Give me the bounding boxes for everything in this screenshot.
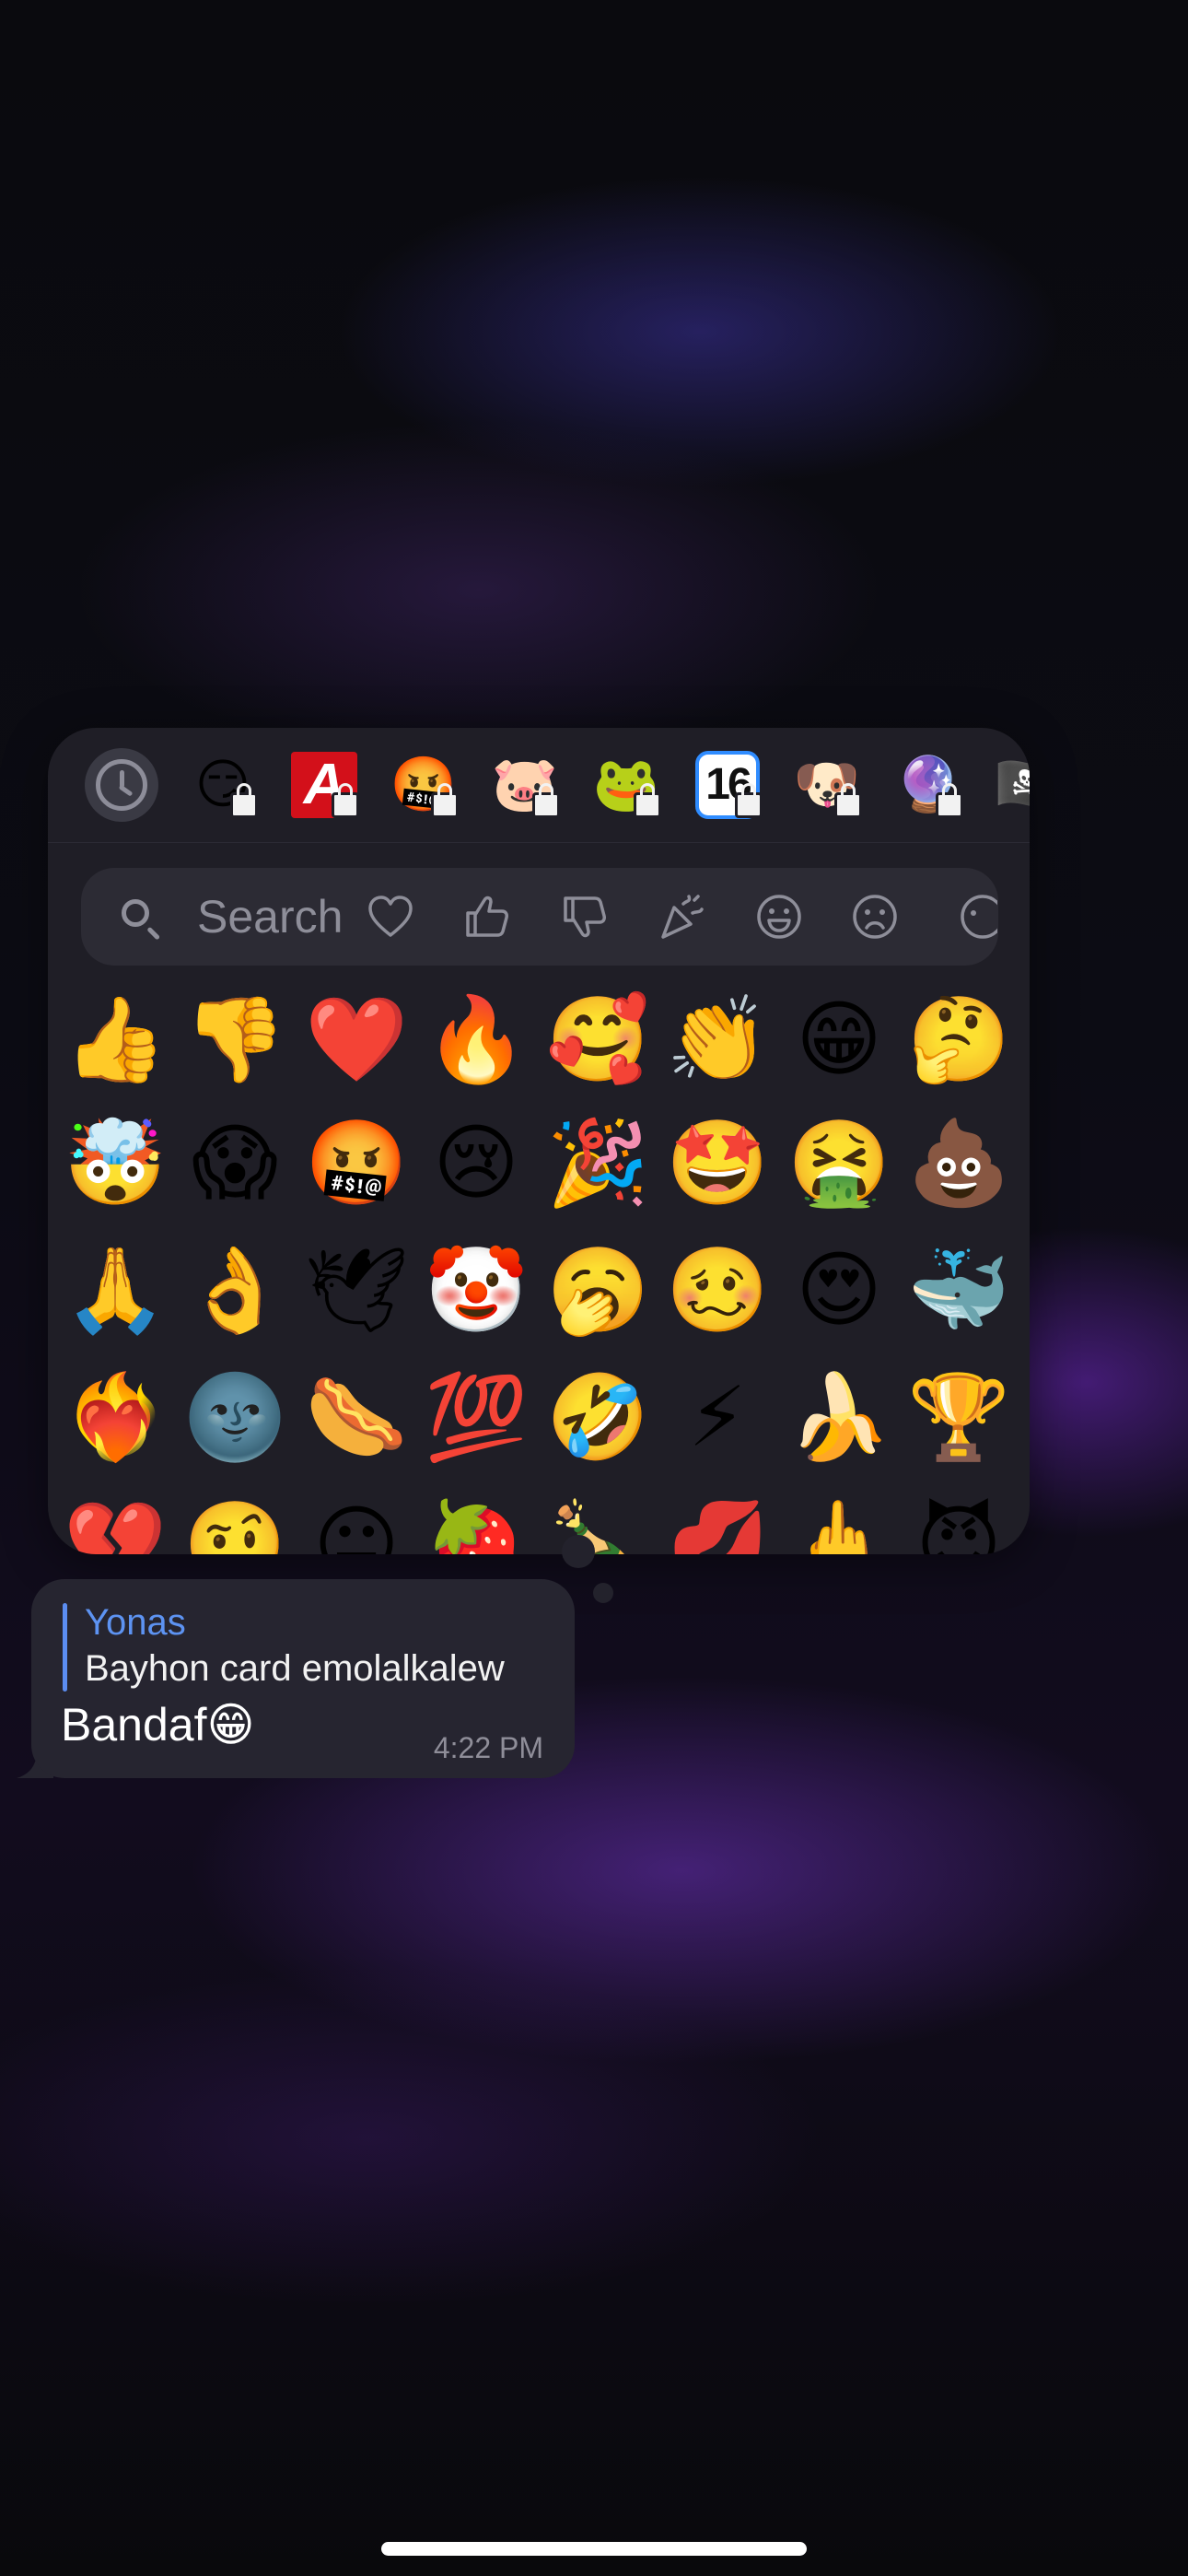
thumbs-up-category-icon[interactable] — [460, 891, 512, 943]
emoji-reaction-3-5[interactable]: ⚡ — [663, 1364, 772, 1472]
emoji-reaction-0-5[interactable]: 👏 — [663, 986, 772, 1095]
emoji-reaction-1-2[interactable]: 🤬 — [302, 1109, 411, 1218]
emoji-reaction-1-5[interactable]: 🤩 — [663, 1109, 772, 1218]
emoji-reaction-2-2[interactable]: 🕊 — [302, 1236, 411, 1345]
emoji-reaction-1-0[interactable]: 🤯 — [61, 1109, 169, 1218]
emoji-pack-bar[interactable]: 😏 A 🤬 🐷 🐸 16 🐶 🔮 🏴‍☠️ — [48, 728, 1030, 843]
bubble-connector — [593, 1583, 613, 1603]
emoji-reaction-2-7[interactable]: 🐳 — [904, 1236, 1013, 1345]
pack-glyph: 🏴‍☠️ — [994, 755, 1030, 814]
pack-doge-icon[interactable]: 🐶 — [790, 748, 864, 822]
pack-fire-face-icon[interactable]: 🤬 — [387, 748, 460, 822]
emoji-reaction-0-0[interactable]: 👍 — [61, 986, 169, 1095]
emoji-reaction-3-1[interactable]: 🌚 — [181, 1364, 289, 1472]
pack-pepe-frog-icon[interactable]: 🐸 — [589, 748, 663, 822]
pack-letter-a-icon[interactable]: A — [287, 748, 361, 822]
lock-icon — [532, 783, 560, 818]
search-input[interactable]: Search — [197, 890, 343, 943]
emoji-reaction-2-6[interactable]: 😍 — [785, 1236, 893, 1345]
lock-icon — [634, 783, 661, 818]
emoji-reaction-4-4[interactable]: 🍾 — [543, 1491, 652, 1555]
emoji-reaction-4-7[interactable]: 😈 — [904, 1491, 1013, 1555]
emoji-search-bar[interactable]: Search — [81, 868, 998, 966]
emoji-reaction-2-5[interactable]: 🥴 — [663, 1236, 772, 1345]
emoji-reaction-4-5[interactable]: 💋 — [663, 1491, 772, 1555]
pack-pirate-flag-icon[interactable]: 🏴‍☠️ — [991, 748, 1030, 822]
lock-icon — [332, 783, 359, 818]
emoji-reaction-1-7[interactable]: 💩 — [904, 1109, 1013, 1218]
emoji-reaction-2-0[interactable]: 🙏 — [61, 1236, 169, 1345]
emoji-reaction-1-6[interactable]: 🤮 — [785, 1109, 893, 1218]
emoji-reaction-0-4[interactable]: 🥰 — [543, 986, 652, 1095]
thumbs-down-category-icon[interactable] — [558, 891, 610, 943]
lock-icon — [735, 783, 763, 818]
message-text: Bandaf😁 — [61, 1699, 255, 1751]
emoji-reaction-3-0[interactable]: ❤️‍🔥 — [61, 1364, 169, 1472]
emoji-reaction-0-2[interactable]: ❤️ — [302, 986, 411, 1095]
more-faces-category-icon[interactable] — [945, 891, 998, 943]
lock-icon — [230, 783, 258, 818]
pack-face-icon[interactable]: 😏 — [186, 748, 260, 822]
lock-icon — [834, 783, 862, 818]
emoji-reaction-0-3[interactable]: 🔥 — [422, 986, 530, 1095]
message-bubble[interactable]: Yonas Bayhon card emolalkalew Bandaf😁 4:… — [31, 1579, 575, 1778]
message-timestamp: 4:22 PM — [433, 1731, 543, 1764]
emoji-reaction-1-3[interactable]: 😢 — [422, 1109, 530, 1218]
heart-category-icon[interactable] — [365, 891, 416, 943]
emoji-reaction-1-4[interactable]: 🎉 — [543, 1109, 652, 1218]
emoji-reaction-3-7[interactable]: 🏆 — [904, 1364, 1013, 1472]
emoji-reaction-picker: 😏 A 🤬 🐷 🐸 16 🐶 🔮 🏴‍☠️ Search 👍 👎 ❤️ 🔥 🥰 👏 😁 🤔 🤯 😱 🤬 😢 🎉 🤩 🤮 💩 🙏 👌… — [48, 728, 1030, 1554]
emoji-reaction-1-1[interactable]: 😱 — [181, 1109, 289, 1218]
emoji-reaction-4-2[interactable]: 😐 — [302, 1491, 411, 1555]
reply-author[interactable]: Yonas — [85, 1601, 186, 1644]
recent-icon[interactable] — [85, 748, 158, 822]
emoji-reaction-3-6[interactable]: 🍌 — [785, 1364, 893, 1472]
clock-icon — [96, 759, 147, 811]
emoji-reaction-2-3[interactable]: 🤡 — [422, 1236, 530, 1345]
emoji-reaction-3-4[interactable]: 🤣 — [543, 1364, 652, 1472]
reply-text[interactable]: Bayhon card emolalkalew — [85, 1647, 505, 1690]
pack-purple-badge-icon[interactable]: 🔮 — [891, 748, 965, 822]
emoji-reaction-0-1[interactable]: 👎 — [181, 986, 289, 1095]
bubble-connector — [562, 1535, 595, 1568]
lock-icon — [936, 783, 963, 818]
emoji-reaction-4-1[interactable]: 🤨 — [181, 1491, 289, 1555]
pack-pink-bear-icon[interactable]: 🐷 — [488, 748, 562, 822]
emoji-reaction-4-6[interactable]: 🖕 — [785, 1491, 893, 1555]
emoji-reaction-0-6[interactable]: 😁 — [785, 986, 893, 1095]
emoji-reaction-4-3[interactable]: 🍓 — [422, 1491, 530, 1555]
lock-icon — [431, 783, 459, 818]
pack-number-16-icon[interactable]: 16 — [691, 748, 764, 822]
emoji-reaction-2-4[interactable]: 🥱 — [543, 1236, 652, 1345]
sad-category-icon[interactable] — [849, 891, 901, 943]
home-indicator[interactable] — [381, 2542, 807, 2556]
emoji-reaction-3-3[interactable]: 💯 — [422, 1364, 530, 1472]
search-icon — [122, 899, 149, 927]
emoji-reaction-4-0[interactable]: 💔 — [61, 1491, 169, 1555]
emoji-reaction-3-2[interactable]: 🌭 — [302, 1364, 411, 1472]
emoji-reaction-0-7[interactable]: 🤔 — [904, 986, 1013, 1095]
emoji-reaction-2-1[interactable]: 👌 — [181, 1236, 289, 1345]
reply-quote-bar — [63, 1603, 67, 1692]
smile-category-icon[interactable] — [753, 891, 805, 943]
party-category-icon[interactable] — [656, 891, 707, 943]
